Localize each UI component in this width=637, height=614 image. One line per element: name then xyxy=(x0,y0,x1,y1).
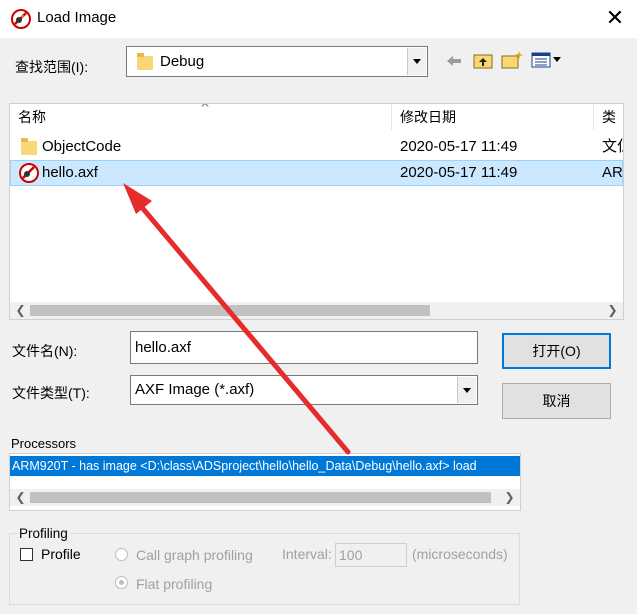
filetype-label: 文件类型(T): xyxy=(12,385,90,401)
horizontal-scrollbar[interactable]: ❮ ❯ xyxy=(10,302,623,319)
file-type: AR xyxy=(602,164,623,181)
filename-input[interactable]: hello.axf xyxy=(130,331,478,364)
profile-label: Profile xyxy=(41,546,81,562)
sort-ascending-icon: ^ xyxy=(200,103,211,115)
flat-profiling-radio[interactable] xyxy=(115,576,128,589)
view-menu-icon[interactable] xyxy=(530,50,566,70)
back-arrow-icon[interactable] xyxy=(445,52,463,70)
new-folder-icon[interactable] xyxy=(500,49,524,71)
column-divider[interactable] xyxy=(593,104,594,130)
column-divider[interactable] xyxy=(391,104,392,130)
filename-label: 文件名(N): xyxy=(12,343,78,359)
interval-label: Interval: xyxy=(282,546,332,562)
scroll-right-icon[interactable]: ❯ xyxy=(604,302,621,319)
folder-icon xyxy=(21,138,37,155)
profile-checkbox[interactable] xyxy=(20,548,33,561)
processors-list[interactable]: ARM920T - has image <D:\class\ADSproject… xyxy=(9,453,521,511)
flat-profiling-label: Flat profiling xyxy=(136,576,213,592)
file-name: ObjectCode xyxy=(42,138,122,155)
open-button[interactable]: 打开(O) xyxy=(502,333,611,369)
processors-label: Processors xyxy=(11,436,77,451)
file-row-hello-axf[interactable]: hello.axf 2020-05-17 11:49 AR xyxy=(10,160,623,186)
processor-item[interactable]: ARM920T - has image <D:\class\ADSproject… xyxy=(10,456,520,476)
close-button[interactable]: ✕ xyxy=(600,4,630,34)
profiling-legend: Profiling xyxy=(17,526,70,541)
filetype-combo[interactable]: AXF Image (*.axf) xyxy=(130,375,478,405)
lookin-value: Debug xyxy=(160,53,205,70)
column-header-name[interactable]: 名称 xyxy=(18,104,46,130)
chevron-down-icon[interactable] xyxy=(407,48,426,75)
scroll-left-icon[interactable]: ❮ xyxy=(12,302,29,319)
folder-icon xyxy=(137,53,153,70)
column-header-type[interactable]: 类 xyxy=(602,104,616,130)
call-graph-radio[interactable] xyxy=(115,548,128,561)
file-row-objectcode[interactable]: ObjectCode 2020-05-17 11:49 文仁 xyxy=(10,134,623,160)
chevron-down-icon[interactable] xyxy=(457,377,476,403)
scroll-thumb[interactable] xyxy=(30,492,491,503)
lookin-combo[interactable]: Debug xyxy=(126,46,428,77)
cancel-button[interactable]: 取消 xyxy=(502,383,611,419)
lookin-label: 查找范围(I): xyxy=(15,59,89,75)
file-name: hello.axf xyxy=(42,164,98,181)
call-graph-label: Call graph profiling xyxy=(136,547,253,563)
app-icon xyxy=(11,9,31,29)
file-date: 2020-05-17 11:49 xyxy=(400,138,518,155)
filetype-value: AXF Image (*.axf) xyxy=(135,381,255,398)
file-date: 2020-05-17 11:49 xyxy=(400,164,518,181)
file-list[interactable]: ^ 名称 修改日期 类 ObjectCode 2020-05-17 11:49 … xyxy=(9,103,624,320)
interval-input[interactable]: 100 xyxy=(335,543,407,567)
scroll-left-icon[interactable]: ❮ xyxy=(12,489,29,506)
up-folder-icon[interactable] xyxy=(472,50,494,70)
scroll-thumb[interactable] xyxy=(30,305,430,316)
window-title: Load Image xyxy=(37,9,117,26)
scroll-right-icon[interactable]: ❯ xyxy=(501,489,518,506)
axf-file-icon xyxy=(19,163,39,183)
processors-horizontal-scrollbar[interactable]: ❮ ❯ xyxy=(10,489,520,506)
column-header-date[interactable]: 修改日期 xyxy=(400,104,456,130)
file-type: 文仁 xyxy=(602,138,623,155)
interval-units-label: (microseconds) xyxy=(412,546,508,562)
profiling-group xyxy=(9,533,520,605)
